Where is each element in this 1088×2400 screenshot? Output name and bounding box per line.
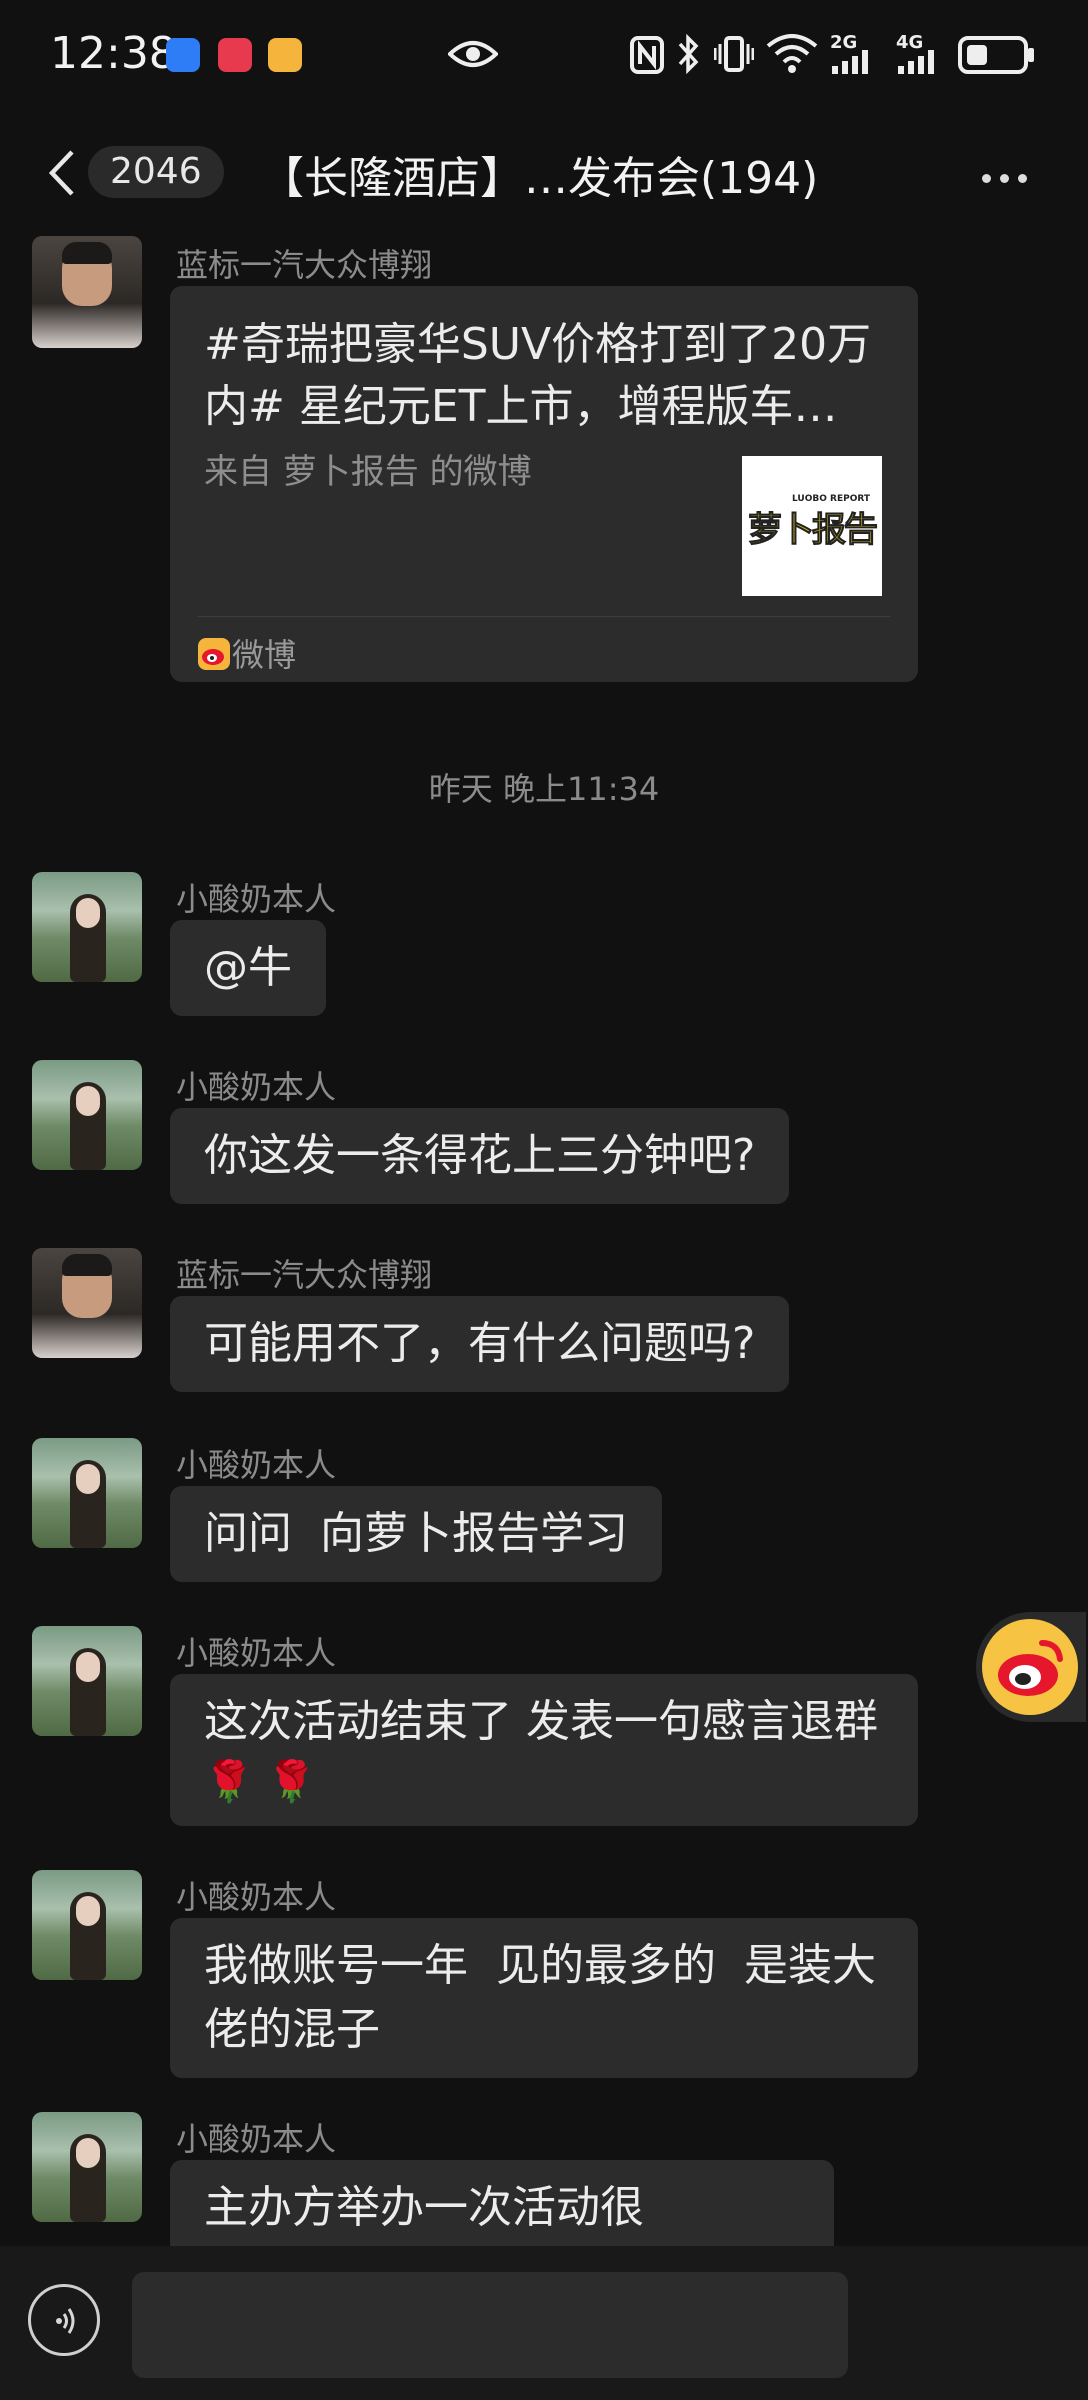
battery-icon bbox=[958, 36, 1034, 74]
avatar[interactable] bbox=[32, 236, 142, 348]
message-bubble[interactable]: 你这发一条得花上三分钟吧? bbox=[170, 1108, 790, 1204]
sender-name: 小酸奶本人 bbox=[176, 1068, 337, 1106]
message-bubble[interactable]: 这次活动结束了 发表一句感言退群 🌹 🌹 bbox=[170, 1674, 918, 1826]
more-options-icon[interactable] bbox=[982, 168, 1036, 187]
signal-2g-icon bbox=[832, 50, 868, 74]
sender-name: 小酸奶本人 bbox=[176, 1634, 337, 1672]
video-app-notification-icon bbox=[218, 38, 252, 72]
message-bubble[interactable]: 主办方举办一次活动很 bbox=[170, 2160, 834, 2256]
back-chevron-icon[interactable] bbox=[44, 148, 78, 198]
card-title: #奇瑞把豪华SUV价格打到了20万内# 星纪元ET上市，增程版车… bbox=[204, 319, 872, 432]
weibo-logo-icon bbox=[198, 638, 230, 670]
weibo-notification-icon bbox=[268, 38, 302, 72]
unread-count-badge[interactable]: 2046 bbox=[88, 146, 224, 198]
avatar[interactable] bbox=[32, 2112, 142, 2222]
shared-weibo-card[interactable]: #奇瑞把豪华SUV价格打到了20万内# 星纪元ET上市，增程版车… 来自 萝卜报… bbox=[170, 286, 918, 682]
wifi-icon bbox=[766, 34, 818, 73]
nfc-icon bbox=[630, 36, 664, 74]
message-text: 这次活动结束了 发表一句感言退群 bbox=[204, 1696, 878, 1747]
thumbnail-logo-subtext: LUOBO REPORT bbox=[792, 494, 871, 504]
rose-emoji: 🌹 🌹 bbox=[204, 1759, 317, 1805]
card-thumbnail: 萝卜报告 LUOBO REPORT bbox=[742, 456, 882, 596]
card-subtitle: 来自 萝卜报告 的微博 bbox=[204, 452, 532, 492]
floating-weibo-button[interactable] bbox=[976, 1612, 1086, 1722]
sender-name: 小酸奶本人 bbox=[176, 2120, 337, 2158]
card-source-label: 微博 bbox=[232, 636, 297, 674]
sender-name: 小酸奶本人 bbox=[176, 1878, 337, 1916]
voice-icon bbox=[56, 2308, 75, 2334]
weibo-icon bbox=[982, 1619, 1078, 1715]
message-bubble[interactable]: @牛 bbox=[170, 920, 326, 1016]
avatar[interactable] bbox=[32, 872, 142, 982]
avatar[interactable] bbox=[32, 1248, 142, 1358]
thumbnail-logo-text: 萝卜报告 bbox=[748, 510, 879, 551]
sender-name: 小酸奶本人 bbox=[176, 880, 337, 918]
sender-name: 蓝标一汽大众博翔 bbox=[176, 1256, 433, 1294]
sender-name: 小酸奶本人 bbox=[176, 1446, 337, 1484]
avatar[interactable] bbox=[32, 1626, 142, 1736]
message-bubble[interactable]: 可能用不了，有什么问题吗? bbox=[170, 1296, 790, 1392]
message-timestamp: 昨天 晚上11:34 bbox=[428, 770, 660, 808]
bottom-fade-overlay bbox=[860, 2262, 1088, 2382]
avatar[interactable] bbox=[32, 1870, 142, 1980]
voice-input-button[interactable] bbox=[28, 2284, 100, 2356]
chat-title: 【长隆酒店】…发布会(194) bbox=[260, 153, 819, 204]
vibrate-icon bbox=[714, 36, 754, 72]
status-time: 12:38 bbox=[50, 28, 177, 79]
sender-name: 蓝标一汽大众博翔 bbox=[176, 246, 433, 284]
message-bubble[interactable]: 我做账号一年 见的最多的 是装大佬的混子 bbox=[170, 1918, 918, 2078]
message-input[interactable] bbox=[132, 2272, 848, 2378]
message-bubble[interactable]: 问问 向萝卜报告学习 bbox=[170, 1486, 662, 1582]
app-notification-icon bbox=[166, 38, 200, 72]
avatar[interactable] bbox=[32, 1060, 142, 1170]
bluetooth-icon bbox=[678, 34, 699, 74]
card-divider bbox=[198, 616, 890, 617]
avatar[interactable] bbox=[32, 1438, 142, 1548]
signal-4g-icon bbox=[898, 50, 934, 74]
eye-icon bbox=[448, 41, 498, 67]
